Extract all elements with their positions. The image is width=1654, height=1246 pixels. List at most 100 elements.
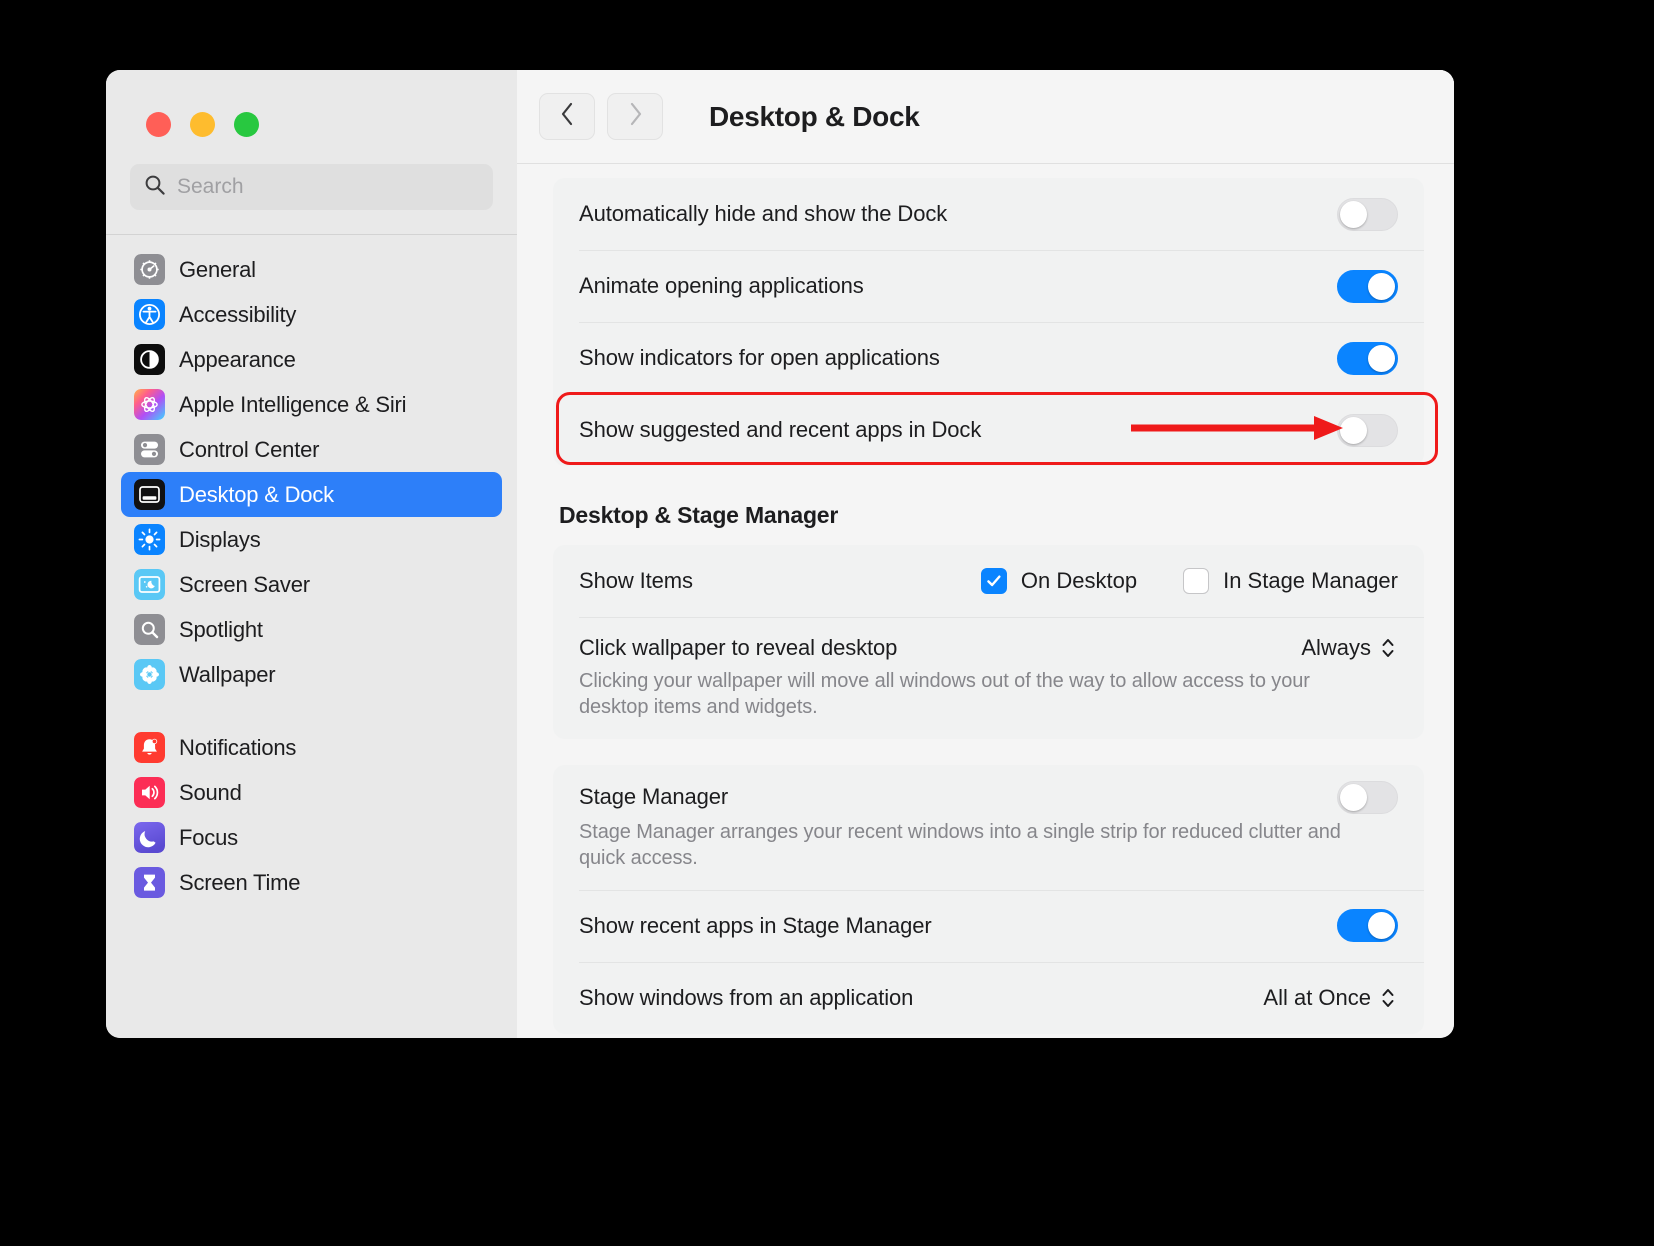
row-auto-hide-dock[interactable]: Automatically hide and show the Dock <box>553 178 1424 250</box>
row-show-suggested-recent-apps[interactable]: Show suggested and recent apps in Dock <box>553 394 1424 466</box>
sidebar-item-label: Sound <box>179 779 242 805</box>
row-label: Show indicators for open applications <box>579 345 940 370</box>
screen-time-icon <box>134 867 165 898</box>
back-button[interactable] <box>539 93 595 140</box>
row-click-wallpaper: Click wallpaper to reveal desktop Always <box>553 617 1424 739</box>
toolbar: Desktop & Dock <box>517 70 1454 164</box>
stage-manager-card: Stage Manager Stage Manager arranges you… <box>553 764 1424 1034</box>
close-button[interactable] <box>146 112 171 137</box>
main-panel: Desktop & Dock Automatically hide and sh… <box>517 70 1454 1038</box>
chevron-left-icon <box>559 101 576 132</box>
toggle-show-suggested-recent-apps[interactable] <box>1337 413 1398 447</box>
checkbox-box[interactable] <box>1183 568 1210 594</box>
sidebar-item-label: Desktop & Dock <box>179 481 334 507</box>
sound-icon <box>134 777 165 808</box>
checkbox-box[interactable] <box>980 568 1007 594</box>
row-label: Show Items <box>579 568 693 593</box>
sidebar-item-sound[interactable]: Sound <box>121 770 502 815</box>
sidebar-item-general[interactable]: General <box>121 247 502 292</box>
section-heading-desktop-stage-manager: Desktop & Stage Manager <box>559 502 839 528</box>
forward-button[interactable] <box>607 93 663 140</box>
sidebar-item-label: Wallpaper <box>179 661 276 687</box>
wallpaper-icon <box>134 659 165 690</box>
search-icon <box>144 174 166 201</box>
settings-content: Automatically hide and show the Dock Ani… <box>517 164 1454 1038</box>
desktop-stage-card: Show Items On Desktop In Stage Manager C… <box>553 545 1424 739</box>
sidebar-item-screen-saver[interactable]: Screen Saver <box>121 562 502 607</box>
focus-icon <box>134 822 165 853</box>
checkbox-in-stage-manager[interactable]: In Stage Manager <box>1183 568 1398 594</box>
sidebar-item-label: Notifications <box>179 734 297 760</box>
sidebar-item-label: Accessibility <box>179 301 297 327</box>
checkbox-label: In Stage Manager <box>1223 568 1398 593</box>
sidebar-item-label: Screen Saver <box>179 571 310 597</box>
chevron-updown-icon <box>1378 633 1398 663</box>
sidebar-item-accessibility[interactable]: Accessibility <box>121 292 502 337</box>
row-description: Clicking your wallpaper will move all wi… <box>579 670 1310 719</box>
row-label: Show recent apps in Stage Manager <box>579 912 932 938</box>
popup-click-wallpaper[interactable]: Always <box>1301 633 1398 663</box>
sidebar-item-desktop-and-dock[interactable]: Desktop & Dock <box>121 472 502 517</box>
search-box[interactable] <box>130 164 493 210</box>
sidebar-item-notifications[interactable]: Notifications <box>121 725 502 770</box>
sidebar-group-separator <box>121 697 502 725</box>
row-animate-opening-applications[interactable]: Animate opening applications <box>553 250 1424 322</box>
row-label: Show windows from an application <box>579 984 914 1010</box>
sidebar-item-focus[interactable]: Focus <box>121 815 502 860</box>
page-title: Desktop & Dock <box>709 100 920 132</box>
sidebar-item-spotlight[interactable]: Spotlight <box>121 607 502 652</box>
toggle-show-recent-apps-stage-manager[interactable] <box>1337 909 1398 943</box>
sidebar-item-displays[interactable]: Displays <box>121 517 502 562</box>
zoom-button[interactable] <box>234 112 259 137</box>
sidebar-item-apple-intelligence-siri[interactable]: Apple Intelligence & Siri <box>121 382 502 427</box>
accessibility-icon <box>134 299 165 330</box>
search-input[interactable] <box>177 175 479 199</box>
row-show-windows-from-application: Show windows from an application All at … <box>553 961 1424 1034</box>
toggle-auto-hide-dock[interactable] <box>1337 197 1398 231</box>
row-label: Stage Manager <box>579 784 729 810</box>
minimize-button[interactable] <box>190 112 215 137</box>
notifications-icon <box>134 732 165 763</box>
toggle-stage-manager[interactable] <box>1337 780 1398 814</box>
row-stage-manager: Stage Manager Stage Manager arranges you… <box>553 765 1424 890</box>
toggle-show-indicators[interactable] <box>1337 341 1398 375</box>
sidebar-item-label: Screen Time <box>179 869 301 895</box>
gear-icon <box>134 254 165 285</box>
popup-value: All at Once <box>1263 984 1371 1010</box>
sidebar-item-appearance[interactable]: Appearance <box>121 337 502 382</box>
search-area <box>106 137 517 210</box>
sidebar-item-control-center[interactable]: Control Center <box>121 427 502 472</box>
sidebar: General Accessibility <box>106 70 517 1038</box>
row-show-items: Show Items On Desktop In Stage Manager <box>553 545 1424 617</box>
control-center-icon <box>134 434 165 465</box>
row-show-recent-apps-stage-manager[interactable]: Show recent apps in Stage Manager <box>553 889 1424 962</box>
sidebar-item-label: Focus <box>179 824 238 850</box>
row-show-indicators[interactable]: Show indicators for open applications <box>553 322 1424 394</box>
screenshot-root: General Accessibility <box>0 0 1654 1246</box>
row-label: Show suggested and recent apps in Dock <box>579 417 982 442</box>
siri-icon <box>134 389 165 420</box>
window-traffic-lights <box>106 70 517 137</box>
spotlight-icon <box>134 614 165 645</box>
sidebar-item-label: Apple Intelligence & Siri <box>179 391 407 417</box>
row-label: Click wallpaper to reveal desktop <box>579 635 898 660</box>
sidebar-item-label: Control Center <box>179 436 320 462</box>
checkbox-on-desktop[interactable]: On Desktop <box>980 568 1138 594</box>
appearance-icon <box>134 344 165 375</box>
screen-saver-icon <box>134 569 165 600</box>
sidebar-item-screen-time[interactable]: Screen Time <box>121 860 502 905</box>
chevron-right-icon <box>627 101 644 132</box>
sidebar-item-label: Spotlight <box>179 616 263 642</box>
system-settings-window: General Accessibility <box>106 70 1454 1038</box>
sidebar-item-wallpaper[interactable]: Wallpaper <box>121 652 502 697</box>
row-description: Stage Manager arranges your recent windo… <box>579 820 1341 870</box>
popup-show-windows[interactable]: All at Once <box>1263 983 1398 1013</box>
popup-value: Always <box>1301 635 1371 660</box>
checkbox-label: On Desktop <box>1020 568 1138 593</box>
sidebar-item-label: Displays <box>179 526 261 552</box>
row-label: Automatically hide and show the Dock <box>579 201 948 226</box>
desktop-dock-icon <box>134 479 165 510</box>
sidebar-item-label: Appearance <box>179 346 296 372</box>
row-label: Animate opening applications <box>579 273 864 298</box>
toggle-animate-opening-applications[interactable] <box>1337 269 1398 303</box>
